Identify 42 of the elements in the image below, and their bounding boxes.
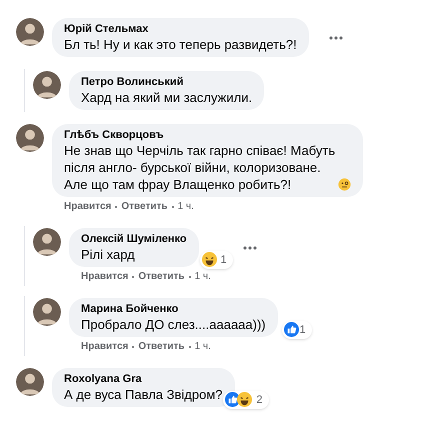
reply-link[interactable]: Ответить [121, 199, 168, 214]
comment-time[interactable]: 1 ч. [194, 339, 211, 354]
author-name[interactable]: Олексій Шуміленко [81, 232, 187, 246]
dot-separator [132, 346, 134, 348]
emoji-icon [338, 178, 351, 191]
author-name[interactable]: Глѣбъ Скворцовъ [64, 128, 351, 142]
author-name[interactable]: Юрій Стельмах [64, 22, 297, 36]
comment-text: Рілі хард [81, 246, 135, 263]
reply-link[interactable]: Ответить [138, 339, 185, 354]
author-name[interactable]: Петро Волинський [81, 75, 252, 89]
comment-text: Пробрало ДО слез....аааааа))) [81, 316, 266, 333]
comment-text: А де вуса Павла Звідром? [64, 386, 222, 403]
more-icon[interactable] [242, 246, 257, 250]
avatar[interactable] [33, 228, 61, 256]
reaction-count: 2 [256, 392, 264, 408]
dot-separator [132, 276, 134, 278]
dot-separator [188, 276, 191, 278]
dot-separator [188, 346, 191, 348]
avatar[interactable] [16, 368, 44, 396]
like-link[interactable]: Нравится [81, 339, 128, 354]
reply-link[interactable]: Ответить [138, 269, 185, 284]
avatar[interactable] [33, 71, 61, 99]
avatar[interactable] [33, 298, 61, 326]
like-link[interactable]: Нравится [81, 269, 128, 284]
dot-separator [172, 206, 174, 208]
dot-separator [115, 206, 118, 208]
author-name[interactable]: Марина Бойченко [81, 302, 266, 316]
reaction-pill[interactable]: 1 [200, 250, 233, 269]
reaction-count: 1 [220, 252, 228, 268]
comment-text: Не знав що Черчіль так гарно співає! Мабуть після англо- бурської війни, колоризоване. Але що там фрау Влащенко робить?! [64, 142, 336, 193]
comment-text: Хард на який ми заслужили. [81, 89, 252, 106]
more-icon[interactable] [328, 36, 343, 40]
avatar[interactable] [16, 124, 44, 152]
like-link[interactable]: Нравится [64, 199, 112, 214]
reaction-pill[interactable]: 1 [282, 320, 312, 339]
reaction-count: 1 [300, 322, 307, 338]
comment-text: Бл ть! Ну и как это теперь развидеть?! [64, 36, 297, 53]
author-name[interactable]: Roxolyana Gra [64, 372, 222, 386]
reaction-pill[interactable]: 2 [223, 390, 268, 409]
avatar[interactable] [16, 18, 44, 46]
comment-time[interactable]: 1 ч. [178, 199, 194, 214]
comment-time[interactable]: 1 ч. [194, 269, 211, 284]
